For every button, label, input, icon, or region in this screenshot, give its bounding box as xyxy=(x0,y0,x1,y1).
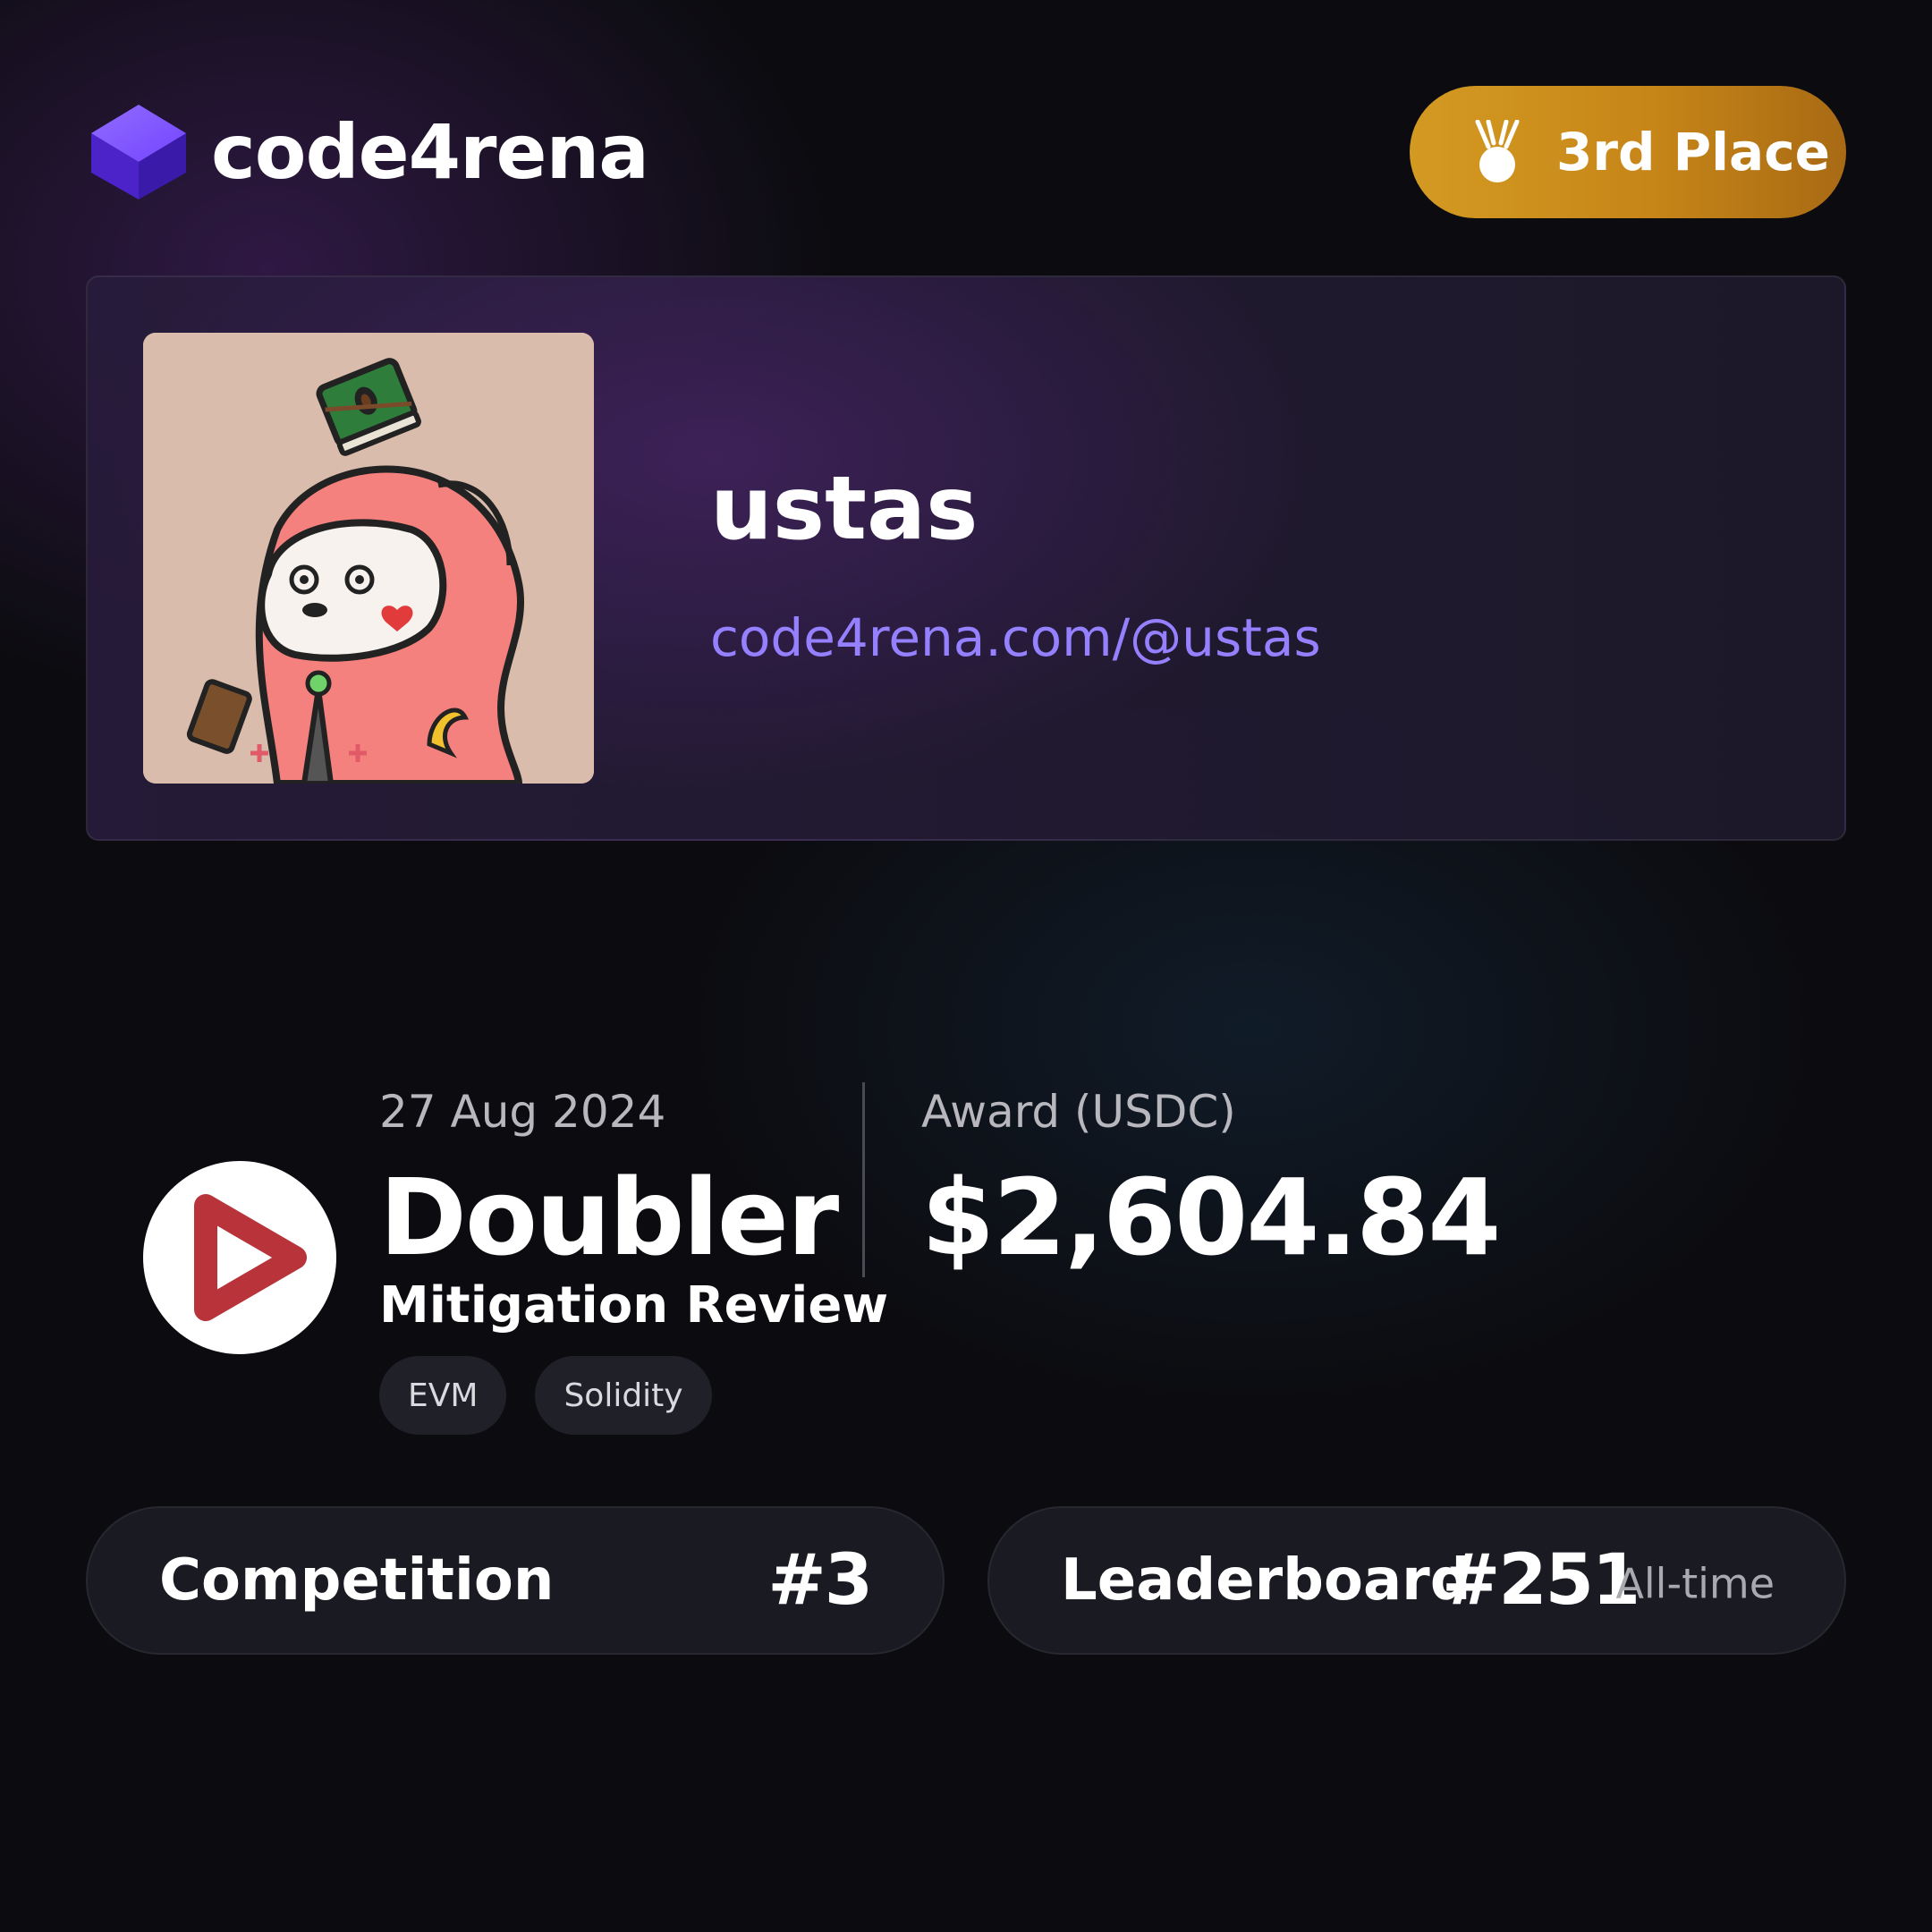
place-badge: 3rd Place xyxy=(1410,86,1846,218)
award-label: Award (USDC) xyxy=(921,1086,1236,1138)
leaderboard-note: All-time xyxy=(1615,1559,1775,1608)
medal-icon xyxy=(1475,120,1520,182)
place-label: 3rd Place xyxy=(1556,122,1830,182)
leaderboard-label: Leaderboard xyxy=(1061,1547,1471,1614)
leaderboard-stat: Leaderboard #251 All-time xyxy=(987,1506,1846,1655)
contest-date: 27 Aug 2024 xyxy=(379,1086,666,1138)
contest-logo xyxy=(143,1161,336,1354)
divider xyxy=(862,1082,865,1277)
avatar-sloth-illustration xyxy=(143,333,594,784)
competition-rank: #3 xyxy=(767,1540,873,1621)
competition-stat: Competition #3 xyxy=(86,1506,945,1655)
contest-name: Doubler xyxy=(379,1156,839,1279)
avatar xyxy=(143,333,594,784)
username: ustas xyxy=(710,458,979,560)
code4rena-logo-icon xyxy=(91,105,186,199)
tag-evm: EVM xyxy=(379,1356,507,1435)
play-triangle-icon xyxy=(194,1194,307,1321)
contest-tags: EVM Solidity xyxy=(379,1356,741,1435)
tag-solidity: Solidity xyxy=(535,1356,712,1435)
brand: code4rena xyxy=(86,100,649,204)
brand-name: code4rena xyxy=(211,108,649,196)
profile-link[interactable]: code4rena.com/@ustas xyxy=(710,612,1321,664)
results-card: code4rena 3rd Place ustas code4rena.com/… xyxy=(0,0,1932,1932)
contest-type: Mitigation Review xyxy=(379,1276,889,1335)
competition-label: Competition xyxy=(159,1547,555,1614)
profile-card: ustas code4rena.com/@ustas xyxy=(86,275,1846,841)
leaderboard-rank: #251 xyxy=(1442,1540,1640,1621)
award-value: $2,604.84 xyxy=(921,1156,1501,1279)
